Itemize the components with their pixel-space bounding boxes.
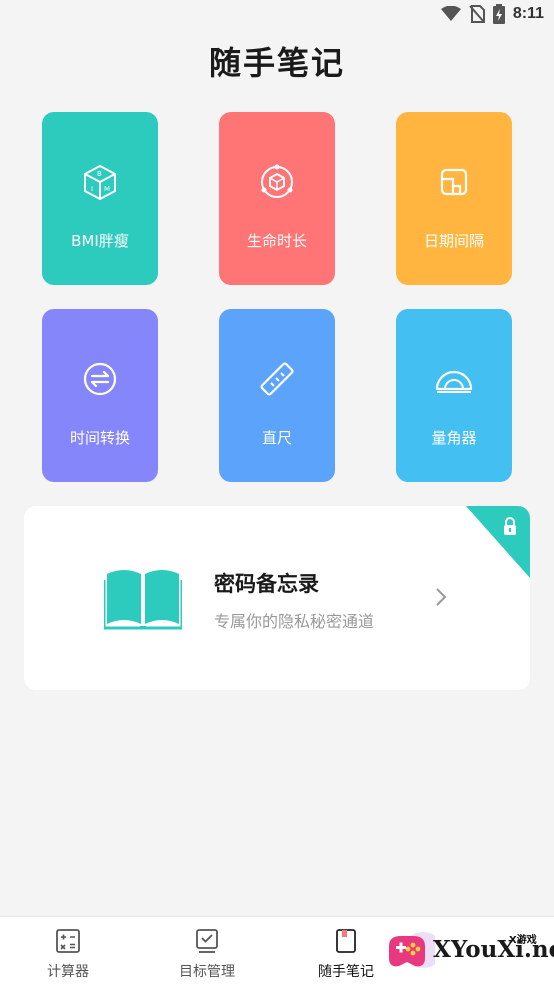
open-book-icon [104, 570, 182, 630]
protractor-icon [435, 370, 473, 393]
nav-item-notes[interactable]: 随手笔记 [296, 917, 396, 987]
watermark-brand: XYouXi.net [433, 936, 554, 963]
tool-label: 量角器 [431, 429, 477, 447]
watermark: X游戏 XYouXi.net [383, 928, 554, 978]
checklist-icon [196, 929, 218, 953]
svg-text:M: M [104, 185, 110, 193]
status-icons: 8:11 [440, 4, 544, 24]
memo-corner-badge [466, 506, 530, 578]
notebook-icon [336, 929, 356, 953]
nav-label: 目标管理 [179, 964, 235, 980]
chevron-right-icon [436, 588, 447, 606]
nav-item-goals[interactable]: 目标管理 [157, 917, 257, 987]
memo-subtitle: 专属你的隐私秘密通道 [214, 612, 375, 631]
tool-label: 时间转换 [69, 429, 130, 447]
tool-tile-lifespan[interactable]: 生命时长 [219, 112, 335, 285]
tool-tile-date-interval[interactable]: 日期间隔 [396, 112, 512, 285]
tool-label: 直尺 [261, 429, 292, 447]
date-interval-icon [440, 168, 468, 196]
tool-label: 生命时长 [246, 232, 307, 250]
status-time: 8:11 [512, 5, 544, 22]
gamepad-logo-icon [389, 932, 435, 968]
nav-item-calculator[interactable]: 计算器 [18, 917, 118, 987]
memo-title: 密码备忘录 [214, 572, 319, 596]
wifi-icon [440, 6, 461, 21]
battery-icon [492, 4, 505, 24]
nav-label: 计算器 [47, 964, 89, 980]
page-title: 随手笔记 [208, 44, 345, 82]
calculator-icon [56, 929, 80, 953]
svg-text:B: B [97, 170, 102, 178]
tool-tile-protractor[interactable]: 量角器 [396, 309, 512, 482]
nav-label: 随手笔记 [318, 964, 374, 980]
life-cube-icon [261, 164, 293, 198]
time-convert-icon [83, 362, 117, 396]
ruler-icon [260, 362, 294, 396]
password-memo-card[interactable]: 密码备忘录 专属你的隐私秘密通道 [24, 506, 530, 690]
no-sim-icon [469, 5, 485, 23]
status-bar: 8:11 [0, 0, 554, 30]
tool-tile-ruler[interactable]: 直尺 [219, 309, 335, 482]
tool-label: BMI胖瘦 [71, 232, 129, 250]
lock-icon [504, 517, 516, 535]
tool-tile-time-convert[interactable]: 时间转换 [42, 309, 158, 482]
tool-tile-bmi[interactable]: B I M BMI胖瘦 [42, 112, 158, 285]
tool-label: 日期间隔 [423, 232, 484, 250]
svg-text:I: I [91, 185, 93, 193]
bmi-cube-icon: B I M [84, 164, 116, 201]
